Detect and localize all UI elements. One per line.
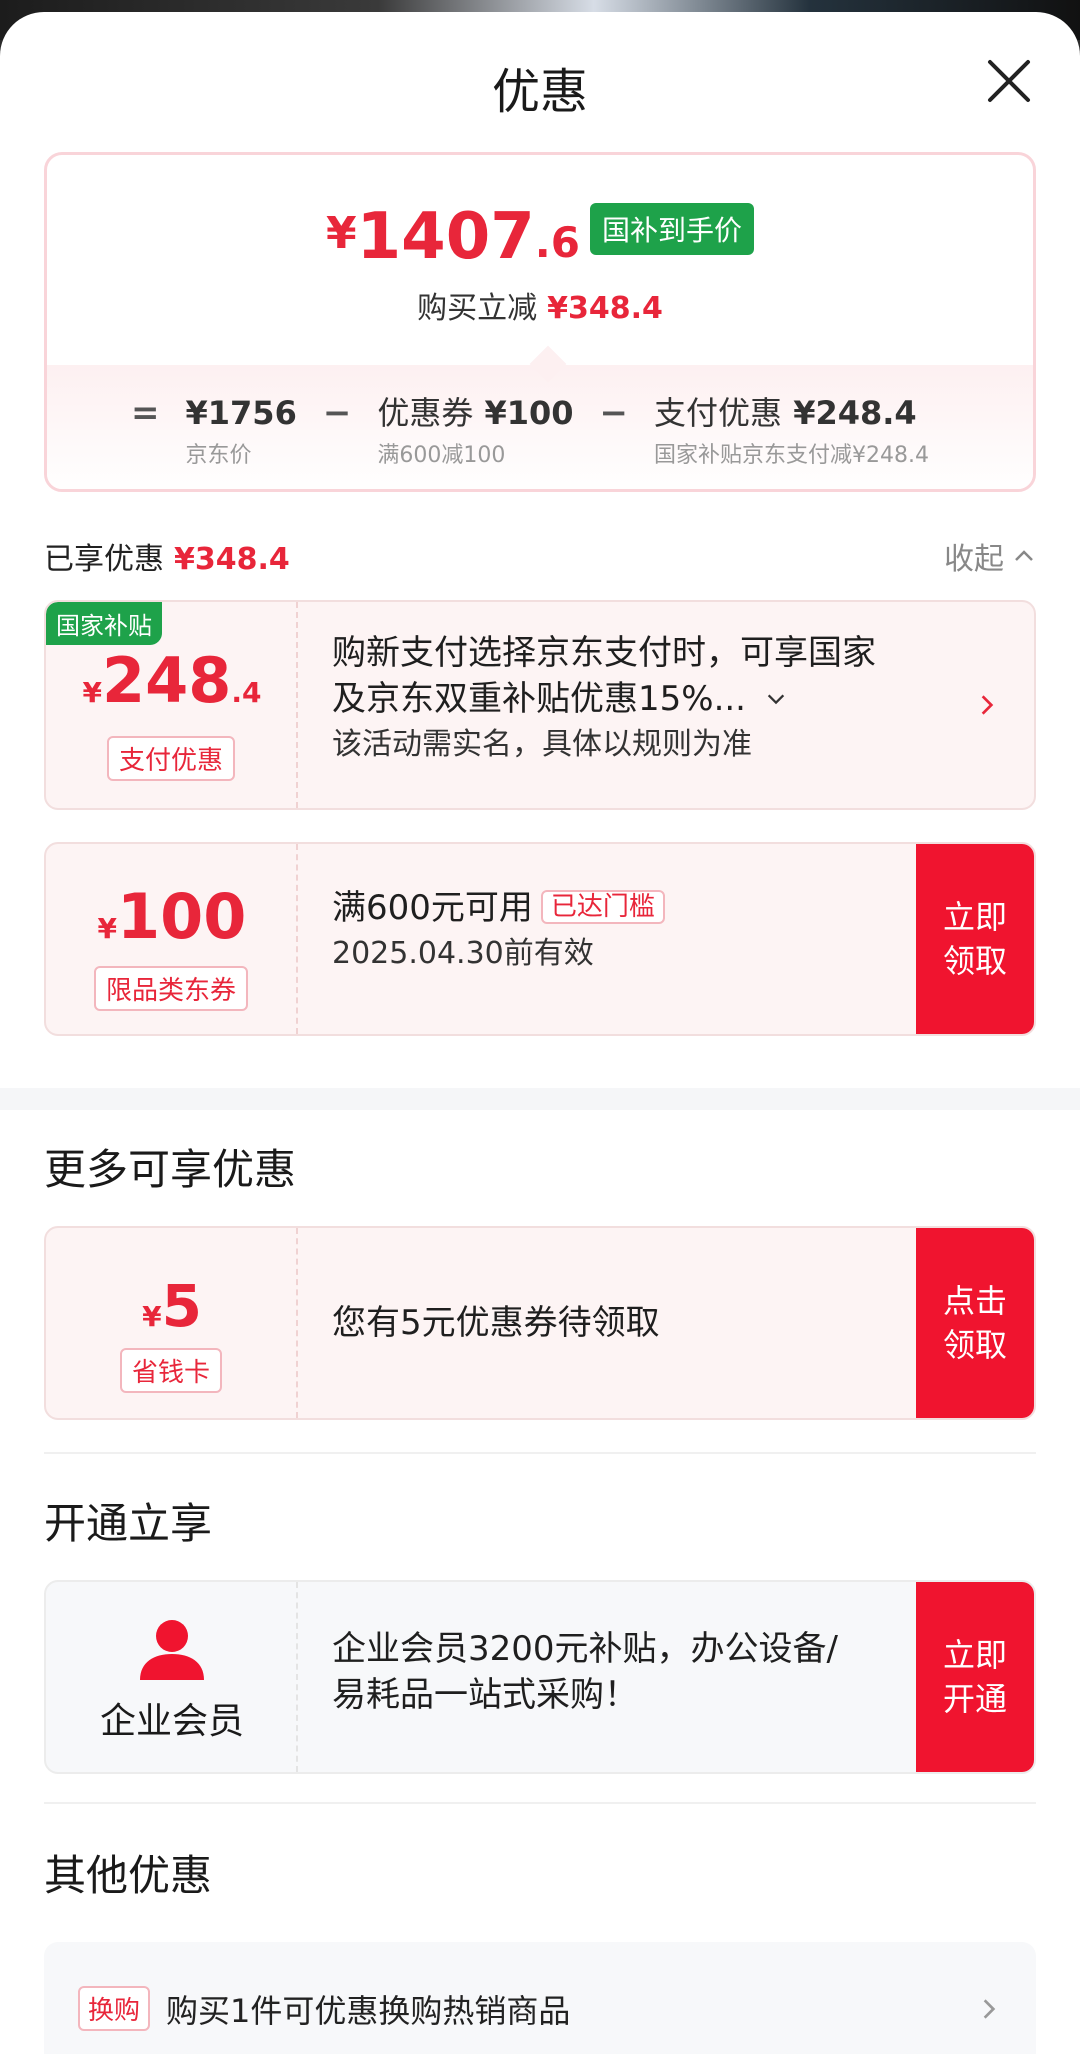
enjoyed-value: ¥348.4 <box>174 542 290 577</box>
saving-amount: ¥5 <box>46 1272 298 1340</box>
exchange-offer-text: 购买1件可优惠换购热销商品 <box>166 1992 571 2030</box>
amount-integer: 248 <box>101 644 232 717</box>
collapse-button[interactable]: 收起 <box>944 534 1036 578</box>
user-icon <box>140 1620 204 1680</box>
coupon-term: 优惠券 ¥100 满600减100 <box>377 393 573 469</box>
collapse-label: 收起 <box>944 542 1004 577</box>
coupon-validity: 2025.04.30前有效 <box>332 936 594 971</box>
other-discounts-title: 其他优惠 <box>44 1851 213 1900</box>
pay-label: 支付优惠 <box>654 394 783 432</box>
amount-integer: 5 <box>161 1272 202 1340</box>
amount-yen: ¥ <box>82 676 102 709</box>
coupon-condition: 满600元可用 <box>332 888 533 928</box>
desc-line-2: 及京东双重补贴优惠15%... <box>332 679 746 719</box>
chevron-up-icon <box>1015 550 1033 561</box>
subsidy-amount-panel: 国家补贴 ¥248.4 支付优惠 <box>46 602 298 808</box>
price-decimal: .6 <box>534 218 580 267</box>
desc-line-2: 易耗品一站式采购！ <box>332 1675 638 1715</box>
action-line-1: 立即 <box>942 1636 1007 1674</box>
membership-description: 企业会员3200元补贴，办公设备/ 易耗品一站式采购！ <box>332 1626 838 1718</box>
payment-discount-tag: 支付优惠 <box>106 736 236 781</box>
claim-coupon-button[interactable]: 立即 领取 <box>916 844 1034 1034</box>
amount-integer: 100 <box>117 880 247 953</box>
claim-saving-button[interactable]: 点击 领取 <box>916 1228 1034 1418</box>
coupon-label: 优惠券 <box>377 394 474 432</box>
jd-price-term: ¥1756 京东价 <box>186 393 297 469</box>
saving-label: 购买立减 <box>417 291 538 326</box>
saving-value: ¥348.4 <box>547 291 663 326</box>
open-membership-button[interactable]: 立即 开通 <box>916 1582 1034 1772</box>
amount-yen: ¥ <box>97 912 118 945</box>
close-icon[interactable] <box>982 54 1036 108</box>
chevron-right-icon[interactable] <box>974 692 1000 718</box>
subsidy-description: 购新支付选择京东支付时，可享国家 及京东双重补贴优惠15%... 该活动需实名，… <box>332 630 876 768</box>
saving-card: ¥5 省钱卡 您有5元优惠券待领取 点击领取 <box>44 1226 1036 1420</box>
national-subsidy-tag: 国家补贴 <box>46 602 162 645</box>
saving-description: 您有5元优惠券待领取 <box>332 1303 660 1343</box>
membership-label: 企业会员 <box>99 1701 244 1742</box>
amount-yen: ¥ <box>142 1300 162 1333</box>
action-line-1: 点击 <box>942 1282 1007 1320</box>
membership-title: 开通立享 <box>44 1499 213 1548</box>
coupon-amount-panel: ¥100 限品类东券 <box>46 844 298 1034</box>
desc-line-1: 购新支付选择京东支付时，可享国家 <box>332 633 876 673</box>
enjoyed-label: 已享优惠 <box>44 542 164 577</box>
enjoyed-discount: 已享优惠 ¥348.4 <box>44 534 290 578</box>
action-line-2: 开通 <box>942 1680 1007 1718</box>
coupon-amount: ¥100 <box>46 880 298 953</box>
minus-sign: − <box>322 393 352 433</box>
coupon-description: 满600元可用 已达门槛 2025.04.30前有效 <box>332 884 665 977</box>
coupon-value: ¥100 <box>484 394 574 432</box>
pay-term: 支付优惠 ¥248.4 国家补贴京东支付减¥248.4 <box>654 393 929 469</box>
chevron-down-icon[interactable] <box>765 688 787 710</box>
subsidy-price-badge: 国补到手价 <box>589 203 754 255</box>
pay-sub: 国家补贴京东支付减¥248.4 <box>654 443 930 468</box>
saving-card-tag: 省钱卡 <box>119 1348 223 1393</box>
threshold-reached-tag: 已达门槛 <box>540 890 665 924</box>
exchange-tag: 换购 <box>78 1986 151 2031</box>
subsidy-amount: ¥248.4 <box>46 644 298 717</box>
membership-panel: 企业会员 <box>46 1582 298 1772</box>
more-discounts-title: 更多可享优惠 <box>44 1145 297 1194</box>
equals-sign: = <box>131 393 160 433</box>
desc-sub: 该活动需实名，具体以规则为准 <box>332 727 752 762</box>
pay-value: ¥248.4 <box>793 394 917 432</box>
final-price: ¥ 1407 .6 国补到手价 <box>47 203 1033 269</box>
coupon-sub: 满600减100 <box>377 443 506 468</box>
price-summary: ¥ 1407 .6 国补到手价 购买立减 ¥348.4 = ¥1756 京东价 −… <box>44 152 1036 492</box>
amount-decimal: .4 <box>231 676 262 709</box>
separator <box>44 1802 1036 1804</box>
minus-sign: − <box>599 393 629 433</box>
desc-line-1: 企业会员3200元补贴，办公设备/ <box>332 1629 838 1669</box>
price-formula: = ¥1756 京东价 − 优惠券 ¥100 满600减100 − 支付优惠 ¥… <box>47 365 1033 489</box>
membership-card: 企业会员 企业会员3200元补贴，办公设备/ 易耗品一站式采购！ 立即开通 <box>44 1580 1036 1774</box>
price-integer: 1407 <box>356 200 535 274</box>
separator <box>44 1452 1036 1454</box>
jd-price-label: 京东价 <box>185 443 252 468</box>
discount-sheet: 优惠 ¥ 1407 .6 国补到手价 购买立减 ¥348.4 = ¥1756 京东… <box>0 12 1080 2054</box>
jd-price-value: ¥1756 <box>185 394 297 432</box>
exchange-offer-row[interactable]: 换购 购买1件可优惠换购热销商品 <box>44 1942 1036 2054</box>
saving-line: 购买立减 ¥348.4 <box>47 283 1033 327</box>
price-yen: ¥ <box>326 208 357 259</box>
action-line-2: 领取 <box>942 942 1007 980</box>
chevron-right-icon <box>983 1999 996 2019</box>
coupon-card: ¥100 限品类东券 满600元可用 已达门槛 2025.04.30前有效 立即领… <box>44 842 1036 1036</box>
sheet-title: 优惠 <box>491 64 588 120</box>
section-divider <box>0 1088 1080 1110</box>
action-line-2: 领取 <box>942 1326 1007 1364</box>
action-line-1: 立即 <box>942 898 1007 936</box>
saving-amount-panel: ¥5 省钱卡 <box>46 1228 298 1418</box>
subsidy-card[interactable]: 国家补贴 ¥248.4 支付优惠 购新支付选择京东支付时，可享国家 及京东双重补… <box>44 600 1036 810</box>
coupon-category-tag: 限品类东券 <box>93 966 249 1011</box>
